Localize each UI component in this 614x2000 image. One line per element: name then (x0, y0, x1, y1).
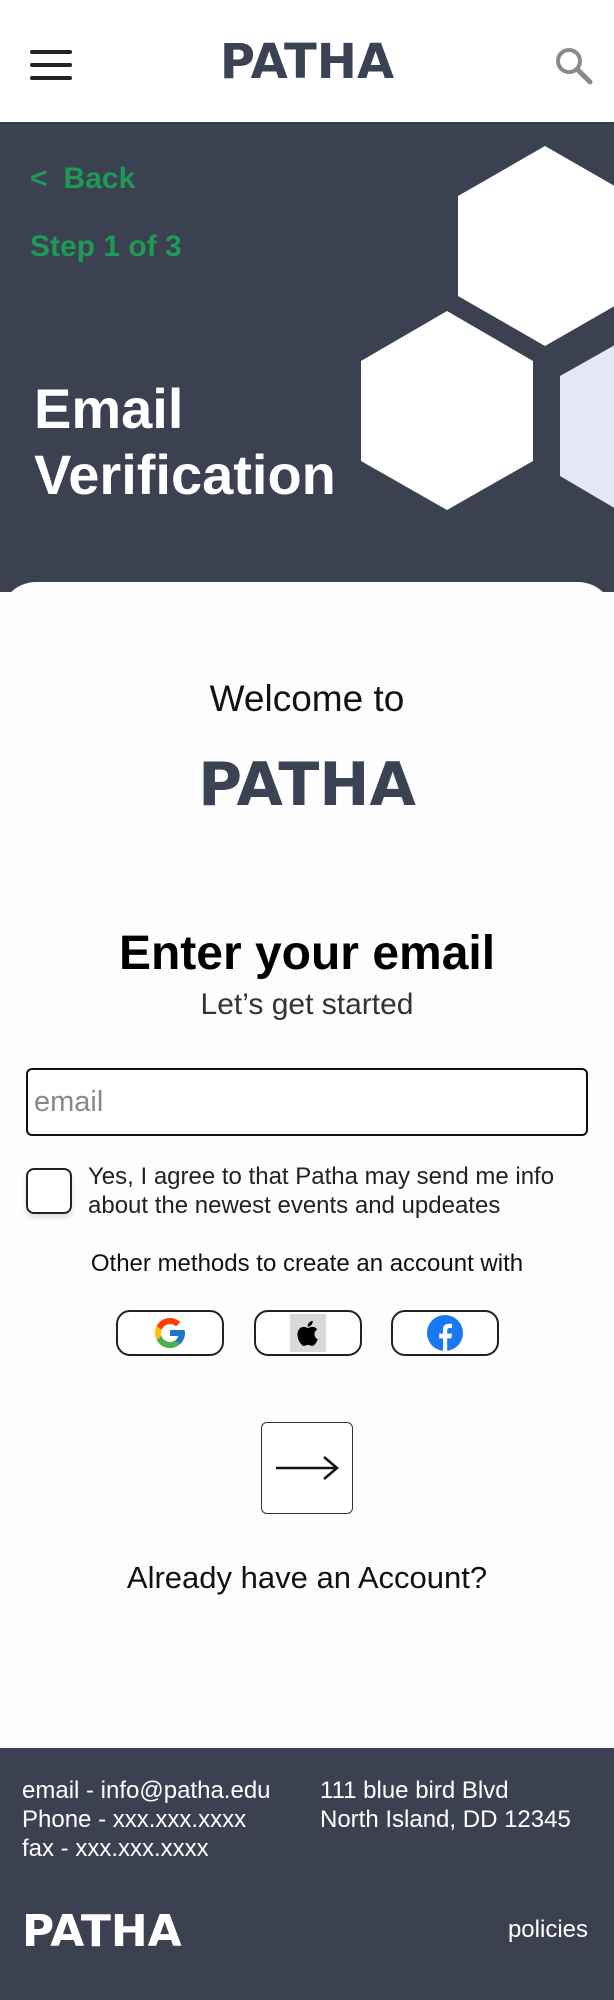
arrow-right-icon (276, 1456, 339, 1480)
email-subheading: Let’s get started (200, 988, 414, 1021)
already-have-account-link[interactable]: Already have an Account? (0, 1560, 614, 1596)
back-label: Back (63, 162, 136, 195)
consent-label: Yes, I agree to that Patha may send me i… (88, 1163, 555, 1219)
footer-address-line2: North Island, DD 12345 (320, 1806, 571, 1833)
back-chevron-icon: < (30, 162, 48, 195)
back-link[interactable]: < Back (30, 162, 135, 196)
email-heading: Enter your email (118, 927, 496, 980)
consent-checkbox[interactable] (26, 1168, 72, 1214)
signup-card: Welcome to PATHA Enter your email Let’s … (0, 582, 614, 1752)
footer-contact: email - info@patha.edu Phone - xxx.xxx.x… (22, 1776, 271, 1863)
welcome-text: Welcome to (209, 678, 405, 719)
step-indicator: Step 1 of 3 (30, 230, 182, 263)
top-navigation-bar: PATHA (0, 0, 614, 122)
email-input[interactable] (26, 1068, 588, 1136)
facebook-signup-button[interactable] (391, 1310, 499, 1356)
google-signup-button[interactable] (116, 1310, 224, 1356)
page-title: Email Verification (34, 376, 336, 508)
brand-logo-header[interactable]: PATHA (0, 34, 614, 90)
policies-link[interactable]: policies (508, 1916, 588, 1944)
footer-address-line1: 111 blue bird Blvd (320, 1777, 509, 1804)
search-icon[interactable] (552, 44, 596, 88)
google-icon (155, 1318, 185, 1348)
apple-signup-button[interactable] (254, 1310, 362, 1356)
hero-banner: < Back Step 1 of 3 Email Verification (0, 122, 614, 592)
footer: email - info@patha.edu Phone - xxx.xxx.x… (0, 1748, 614, 2000)
brand-logo-footer[interactable]: PATHA (22, 1906, 182, 1957)
apple-icon (290, 1314, 326, 1352)
page-title-line1: Email (34, 377, 184, 440)
page-title-line2: Verification (34, 443, 336, 506)
other-methods-label: Other methods to create an account with (90, 1250, 524, 1277)
footer-fax: fax - xxx.xxx.xxxx (22, 1835, 209, 1862)
footer-phone: Phone - xxx.xxx.xxxx (22, 1806, 247, 1833)
footer-email[interactable]: email - info@patha.edu (22, 1776, 271, 1805)
footer-address: 111 blue bird Blvd North Island, DD 1234… (320, 1776, 571, 1834)
facebook-icon (427, 1315, 463, 1351)
next-step-button[interactable] (261, 1422, 353, 1514)
brand-logo-main: PATHA (198, 750, 416, 820)
